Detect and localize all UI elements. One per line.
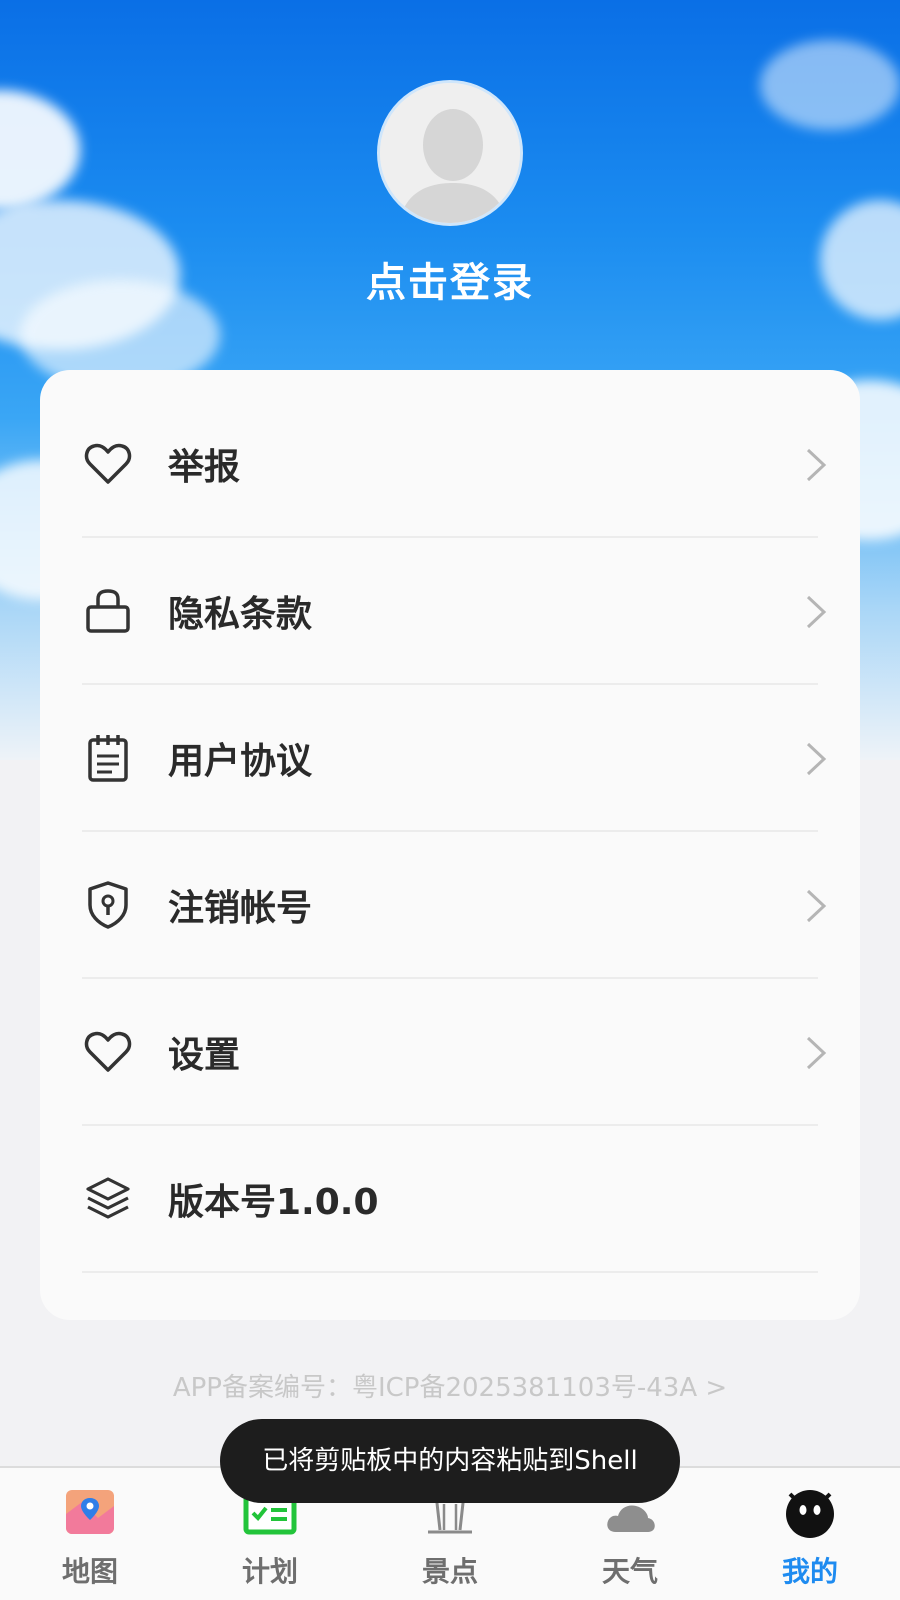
default-avatar-icon <box>380 83 520 223</box>
icp-record-link[interactable]: APP备案编号：粤ICP备2025381103号-43A > <box>0 1367 900 1404</box>
menu-item-version: 版本号1.0.0 <box>40 1123 860 1273</box>
menu-item-label: 设置 <box>168 1035 241 1076</box>
tab-label: 地图 <box>61 1555 118 1588</box>
cloud-decoration <box>0 90 80 210</box>
user-avatar[interactable] <box>377 80 523 226</box>
menu-item-label: 隐私条款 <box>168 594 313 635</box>
notepad-icon <box>88 735 128 782</box>
chevron-right-icon <box>806 595 827 629</box>
menu-item-report[interactable]: 举报 <box>40 388 860 538</box>
cloud-decoration <box>760 40 900 130</box>
heart-icon <box>84 443 132 484</box>
menu-card: 举报 隐私条款 用户协议 注销帐号 设置 版本号1.0.0 <box>40 370 860 1320</box>
menu-item-label: 注销帐号 <box>168 888 313 929</box>
chevron-right-icon <box>806 1036 827 1070</box>
shield-keyhole-icon <box>88 881 128 929</box>
tab-label: 景点 <box>421 1555 478 1588</box>
chevron-right-icon <box>806 889 827 923</box>
tab-label: 我的 <box>781 1555 838 1588</box>
mascot-icon <box>786 1490 834 1538</box>
menu-item-delete-account[interactable]: 注销帐号 <box>40 829 860 979</box>
chevron-right-icon <box>806 448 827 482</box>
menu-item-settings[interactable]: 设置 <box>40 976 860 1126</box>
chevron-right-icon <box>806 742 827 776</box>
divider <box>82 1271 818 1273</box>
tab-label: 天气 <box>601 1555 658 1588</box>
menu-item-label: 用户协议 <box>168 741 313 782</box>
menu-item-label: 举报 <box>168 447 241 488</box>
tab-mine[interactable]: 我的 <box>720 1468 900 1600</box>
clipboard-toast: 已将剪贴板中的内容粘贴到Shell <box>220 1419 680 1503</box>
lock-icon <box>86 589 130 633</box>
tab-map[interactable]: 地图 <box>0 1468 180 1600</box>
map-icon <box>66 1490 114 1534</box>
menu-item-user-agreement[interactable]: 用户协议 <box>40 682 860 832</box>
login-prompt[interactable]: 点击登录 <box>0 250 900 308</box>
menu-item-privacy[interactable]: 隐私条款 <box>40 535 860 685</box>
tab-label: 计划 <box>241 1555 298 1588</box>
layers-icon <box>86 1177 130 1219</box>
version-label: 版本号1.0.0 <box>168 1182 379 1223</box>
heart-icon <box>84 1031 132 1072</box>
